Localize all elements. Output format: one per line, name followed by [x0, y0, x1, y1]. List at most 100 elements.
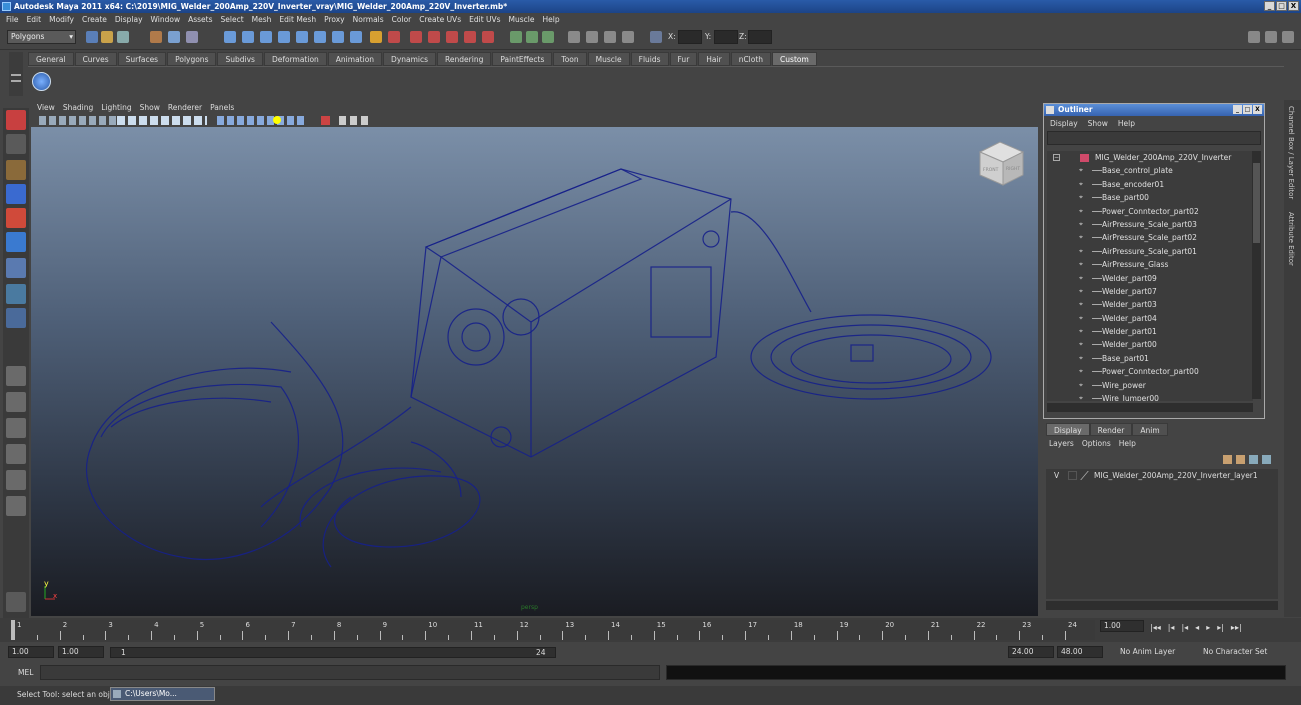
menu-edit-mesh[interactable]: Edit Mesh — [279, 15, 316, 24]
render-settings-icon[interactable] — [428, 31, 440, 43]
layout-single-icon[interactable] — [6, 366, 26, 386]
outliner-item[interactable]: ⌖ Base_part00 — [1047, 191, 1253, 204]
current-frame-field[interactable]: 1.00 — [1100, 620, 1144, 632]
animation-end-field[interactable]: 48.00 — [1057, 646, 1103, 658]
shelf-tab-deformation[interactable]: Deformation — [263, 52, 327, 66]
select-hierarchy-icon[interactable] — [150, 31, 162, 43]
xray-icons[interactable] — [339, 116, 369, 125]
shelf-tab-dynamics[interactable]: Dynamics — [383, 52, 437, 66]
outliner-item[interactable]: ⌖ Base_control_plate — [1047, 164, 1253, 177]
menu-set-dropdown[interactable]: Polygons ▾ — [7, 30, 76, 44]
animation-start-field[interactable]: 1.00 — [8, 646, 54, 658]
collapse-icon[interactable]: − — [1053, 154, 1060, 161]
render-current-icon[interactable] — [388, 31, 400, 43]
manipulator-icon[interactable] — [6, 258, 26, 278]
shelf-tab-rendering[interactable]: Rendering — [437, 52, 492, 66]
snap-grid-icon[interactable] — [224, 31, 236, 43]
taskbar-window-button[interactable]: C:\Users\Mo... — [110, 687, 215, 701]
input-mode-icon[interactable] — [622, 31, 634, 43]
select-object-icon[interactable] — [168, 31, 180, 43]
outliner-close-button[interactable]: X — [1253, 105, 1262, 114]
outliner-item[interactable]: ⌖ Welder_part04 — [1047, 312, 1253, 325]
render-globals-icon[interactable] — [482, 31, 494, 43]
layer-menu-layers[interactable]: Layers — [1049, 439, 1074, 448]
paint-select-icon[interactable] — [6, 160, 26, 180]
panel-layout-icon[interactable] — [510, 31, 522, 43]
layout-persp-graph-icon[interactable] — [6, 444, 26, 464]
layer-menu-options[interactable]: Options — [1082, 439, 1111, 448]
move-layer-down-icon[interactable] — [1262, 455, 1271, 464]
y-input[interactable] — [714, 30, 738, 44]
view-cube[interactable]: FRONT RIGHT — [978, 141, 1025, 186]
menu-color[interactable]: Color — [392, 15, 412, 24]
ipr-render-icon[interactable] — [410, 31, 422, 43]
viewport-menu-shading[interactable]: Shading — [63, 103, 93, 112]
maximize-button[interactable]: □ — [1276, 1, 1287, 11]
go-to-start-icon[interactable]: |◂◂ — [1150, 623, 1161, 632]
perspective-viewport[interactable]: FRONT RIGHT y x persp — [31, 127, 1038, 616]
custom-tool-icon[interactable] — [32, 72, 51, 91]
outliner-item[interactable]: ⌖ Wire_power — [1047, 379, 1253, 392]
step-back-key-icon[interactable]: |◂ — [1168, 623, 1175, 632]
menu-help[interactable]: Help — [543, 15, 560, 24]
lasso-tool-icon[interactable] — [6, 134, 26, 154]
menu-muscle[interactable]: Muscle — [509, 15, 535, 24]
outliner-menu-show[interactable]: Show — [1088, 119, 1108, 128]
shelf-tab-fluids[interactable]: Fluids — [630, 52, 669, 66]
move-tool-icon[interactable] — [6, 184, 26, 204]
sculpt-icon[interactable] — [604, 31, 616, 43]
layer-type-toggle[interactable] — [1068, 471, 1077, 480]
camera-tools-icons[interactable] — [39, 116, 119, 125]
outliner-item[interactable]: ⌖ AirPressure_Glass — [1047, 258, 1253, 271]
layout-four-icon[interactable] — [6, 392, 26, 412]
go-to-end-icon[interactable]: ▸▸| — [1231, 623, 1242, 632]
menu-window[interactable]: Window — [151, 15, 181, 24]
panel-layout-2-icon[interactable] — [526, 31, 538, 43]
outliner-item[interactable]: ⌖ Welder_part03 — [1047, 298, 1253, 311]
shelf-tab-custom[interactable]: Custom — [772, 52, 817, 66]
outliner-maximize-button[interactable]: □ — [1243, 105, 1252, 114]
timeline[interactable]: 1 2 3 4 5 6 7 8 9 10 11 12 13 14 15 16 17 18 19 20 21 22 23 24 — [10, 620, 1095, 640]
shelf-tab-muscle[interactable]: Muscle — [587, 52, 630, 66]
outliner-root-item[interactable]: − MIG_Welder_200Amp_220V_Inverter — [1047, 151, 1253, 164]
outliner-item[interactable]: ⌖ Welder_part07 — [1047, 285, 1253, 298]
outliner-item[interactable]: ⌖ Base_part01 — [1047, 352, 1253, 365]
layout-hypershade-icon[interactable] — [6, 496, 26, 516]
show-manip-icon[interactable] — [6, 308, 26, 328]
menu-normals[interactable]: Normals — [353, 15, 384, 24]
paint-icon[interactable] — [586, 31, 598, 43]
outliner-menu-help[interactable]: Help — [1118, 119, 1135, 128]
menu-edit[interactable]: Edit — [27, 15, 42, 24]
soft-mod-icon[interactable] — [6, 284, 26, 304]
menu-edit-uvs[interactable]: Edit UVs — [469, 15, 500, 24]
snap-curve-icon[interactable] — [242, 31, 254, 43]
snap-view-plane-icon[interactable] — [278, 31, 290, 43]
close-button[interactable]: X — [1288, 1, 1299, 11]
step-back-frame-icon[interactable]: |◂ — [1181, 623, 1188, 632]
x-input[interactable] — [678, 30, 702, 44]
open-scene-icon[interactable] — [101, 31, 113, 43]
layout-outliner-icon[interactable] — [6, 470, 26, 490]
display-mode-icons[interactable] — [117, 116, 207, 125]
save-scene-icon[interactable] — [117, 31, 129, 43]
show-attribute-editor-icon[interactable] — [1248, 31, 1260, 43]
new-layer-icon[interactable] — [1223, 455, 1232, 464]
step-forward-icon[interactable]: ▸| — [1217, 623, 1224, 632]
select-tool-icon[interactable] — [6, 110, 26, 130]
playback-start-field[interactable]: 1.00 — [58, 646, 104, 658]
layer-menu-help[interactable]: Help — [1119, 439, 1136, 448]
hypershade-icon[interactable] — [446, 31, 458, 43]
magnet-icon[interactable] — [332, 31, 344, 43]
play-backward-icon[interactable]: ◂ — [1195, 623, 1199, 632]
viewport-menu-panels[interactable]: Panels — [210, 103, 234, 112]
rotate-tool-icon[interactable] — [6, 208, 26, 228]
lighting-icon[interactable] — [273, 116, 281, 124]
shelf-tab-toon[interactable]: Toon — [553, 52, 587, 66]
outliner-item[interactable]: ⌖ Base_encoder01 — [1047, 178, 1253, 191]
menu-display[interactable]: Display — [115, 15, 143, 24]
layer-tab-anim[interactable]: Anim — [1132, 423, 1168, 436]
command-input[interactable] — [40, 665, 660, 680]
menu-assets[interactable]: Assets — [188, 15, 212, 24]
menu-mesh[interactable]: Mesh — [252, 15, 272, 24]
outliner-item[interactable]: ⌖ AirPressure_Scale_part02 — [1047, 231, 1253, 244]
